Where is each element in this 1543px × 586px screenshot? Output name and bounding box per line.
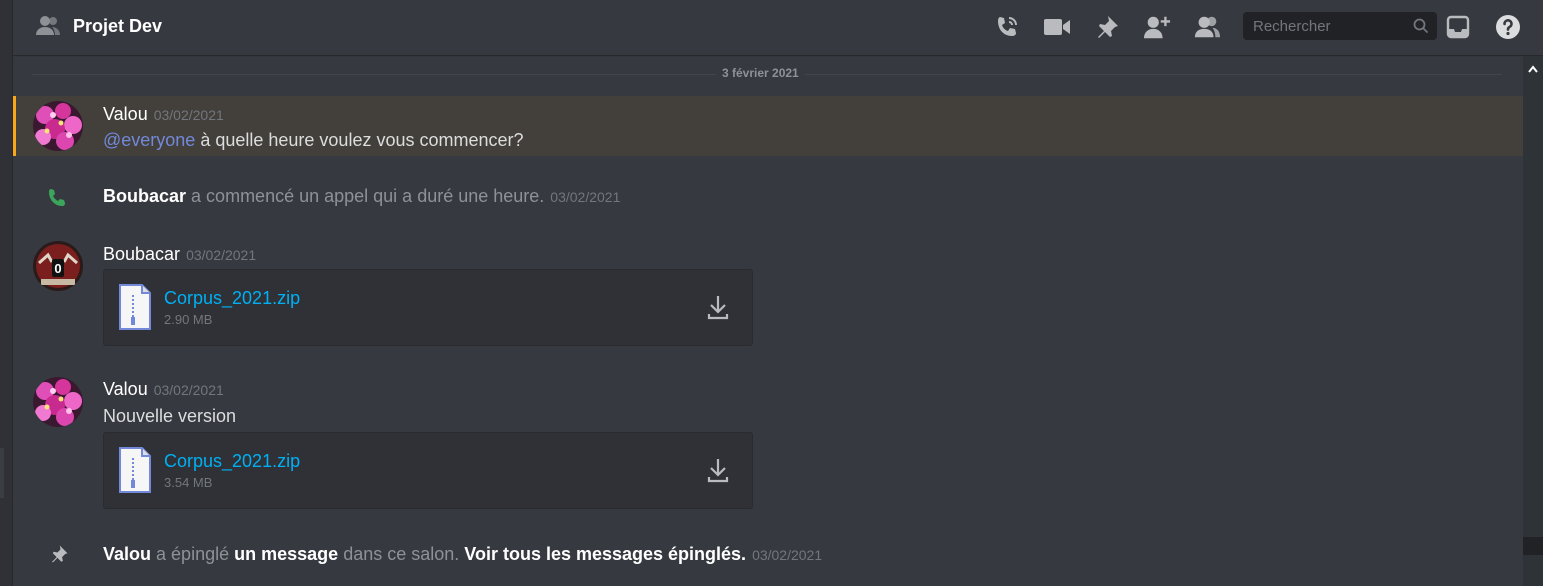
inbox-icon[interactable] (1444, 13, 1472, 41)
attachment-filesize: 3.54 MB (164, 475, 213, 490)
attachment-filesize: 2.90 MB (164, 312, 213, 327)
help-icon[interactable] (1494, 13, 1522, 41)
attachment-filename[interactable]: Corpus_2021.zip (164, 451, 300, 472)
message-author[interactable]: Valou 03/02/2021 (103, 104, 224, 125)
call-message-text: Boubacar a commencé un appel qui a duré … (103, 186, 621, 206)
file-attachment: Corpus_2021.zip 3.54 MB (103, 432, 753, 509)
add-member-icon[interactable] (1143, 13, 1171, 41)
call-icon[interactable] (993, 13, 1021, 41)
message-item[interactable]: Valou 03/02/2021 Nouvelle version Corpus_… (13, 371, 1523, 516)
search-box[interactable] (1243, 12, 1437, 40)
archive-file-icon (118, 446, 152, 499)
pin-icon (49, 544, 69, 569)
avatar[interactable] (33, 101, 83, 151)
channel-title: Projet Dev (73, 16, 163, 36)
message-timestamp: 03/02/2021 (153, 107, 224, 123)
message-content: Nouvelle version (103, 406, 237, 426)
attachment-filename[interactable]: Corpus_2021.zip (164, 288, 300, 309)
message-item[interactable]: Valou 03/02/2021 @everyone à quelle heure… (13, 96, 1523, 156)
pin-author[interactable]: Valou (103, 544, 151, 564)
search-input[interactable] (1251, 16, 1405, 36)
file-attachment: Corpus_2021.zip 2.90 MB (103, 269, 753, 346)
server-sidebar-edge (0, 0, 13, 586)
call-author[interactable]: Boubacar (103, 186, 186, 206)
members-icon[interactable] (1193, 13, 1221, 41)
pin-message-text: Valou a épinglé un message dans ce salon… (103, 544, 823, 564)
channel-header: Projet Dev (13, 0, 1543, 55)
svg-text:0: 0 (54, 261, 61, 276)
avatar[interactable]: 0 (33, 241, 83, 291)
archive-file-icon (118, 283, 152, 336)
system-message-call: Boubacar a commencé un appel qui a duré … (13, 176, 1523, 216)
download-icon[interactable] (707, 294, 729, 325)
video-icon[interactable] (1043, 13, 1071, 41)
pinned-message-link[interactable]: un message (234, 544, 338, 564)
group-icon (35, 15, 61, 42)
message-item[interactable]: 0 Boubacar 03/02/2021 Corpus_2021.zip 2.9… (13, 236, 1523, 351)
message-author[interactable]: Boubacar 03/02/2021 (103, 244, 256, 265)
message-timestamp: 03/02/2021 (186, 247, 257, 263)
phone-call-icon (47, 188, 67, 213)
search-icon (1413, 18, 1429, 39)
download-icon[interactable] (707, 457, 729, 488)
message-timestamp: 03/02/2021 (550, 189, 621, 205)
scrollbar-thumb[interactable] (1523, 537, 1543, 555)
sidebar-scroll-nub (0, 448, 4, 498)
message-list: 3 février 2021 Valou 03/02/2021 @everyone… (13, 56, 1523, 586)
message-author[interactable]: Valou 03/02/2021 (103, 379, 224, 400)
message-content: @everyone à quelle heure voulez vous com… (103, 130, 524, 150)
mention-everyone[interactable]: @everyone (103, 130, 195, 150)
avatar[interactable] (33, 377, 83, 427)
scroll-up-icon[interactable] (1528, 60, 1538, 78)
view-pins-link[interactable]: Voir tous les messages épinglés. (464, 544, 746, 564)
scrollbar[interactable] (1523, 56, 1543, 586)
system-message-pin: Valou a épinglé un message dans ce salon… (13, 534, 1523, 574)
message-timestamp: 03/02/2021 (752, 547, 823, 563)
date-divider-label: 3 février 2021 (716, 66, 805, 80)
pin-icon[interactable] (1093, 13, 1121, 41)
message-timestamp: 03/02/2021 (153, 382, 224, 398)
